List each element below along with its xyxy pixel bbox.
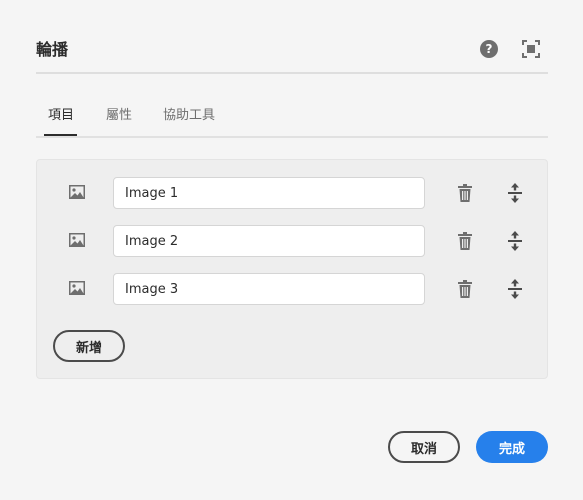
image-icon [69,185,85,199]
done-button[interactable]: 完成 [476,431,548,463]
move-icon[interactable] [507,279,523,299]
tab-list: 項目 屬性 協助工具 [36,100,548,138]
tab-accessibility[interactable]: 協助工具 [163,104,215,123]
multifield-panel: 新增 [36,159,548,379]
image-name-input[interactable] [113,177,425,209]
cancel-button[interactable]: 取消 [388,431,460,463]
add-item-button[interactable]: 新增 [53,330,125,362]
carousel-dialog: 輪播 ? 項目 屬性 協助工具 Image 1 Image 2 Image 3 … [0,0,583,500]
delete-icon[interactable] [457,184,473,202]
move-icon[interactable] [507,231,523,251]
help-icon[interactable]: ? [480,40,498,58]
tab-properties[interactable]: 屬性 [106,104,132,123]
multifield-item [37,273,547,305]
move-icon[interactable] [507,183,523,203]
fullscreen-icon[interactable] [522,40,540,58]
dialog-title: 輪播 [36,40,69,59]
delete-icon[interactable] [457,280,473,298]
tab-items[interactable]: 項目 [48,104,74,123]
tab-indicator [44,134,77,136]
multifield-item [37,225,547,257]
image-name-input[interactable] [113,225,425,257]
image-icon [69,233,85,247]
dialog-header: 輪播 ? [36,30,548,74]
image-name-input[interactable] [113,273,425,305]
multifield-item [37,177,547,209]
delete-icon[interactable] [457,232,473,250]
image-icon [69,281,85,295]
